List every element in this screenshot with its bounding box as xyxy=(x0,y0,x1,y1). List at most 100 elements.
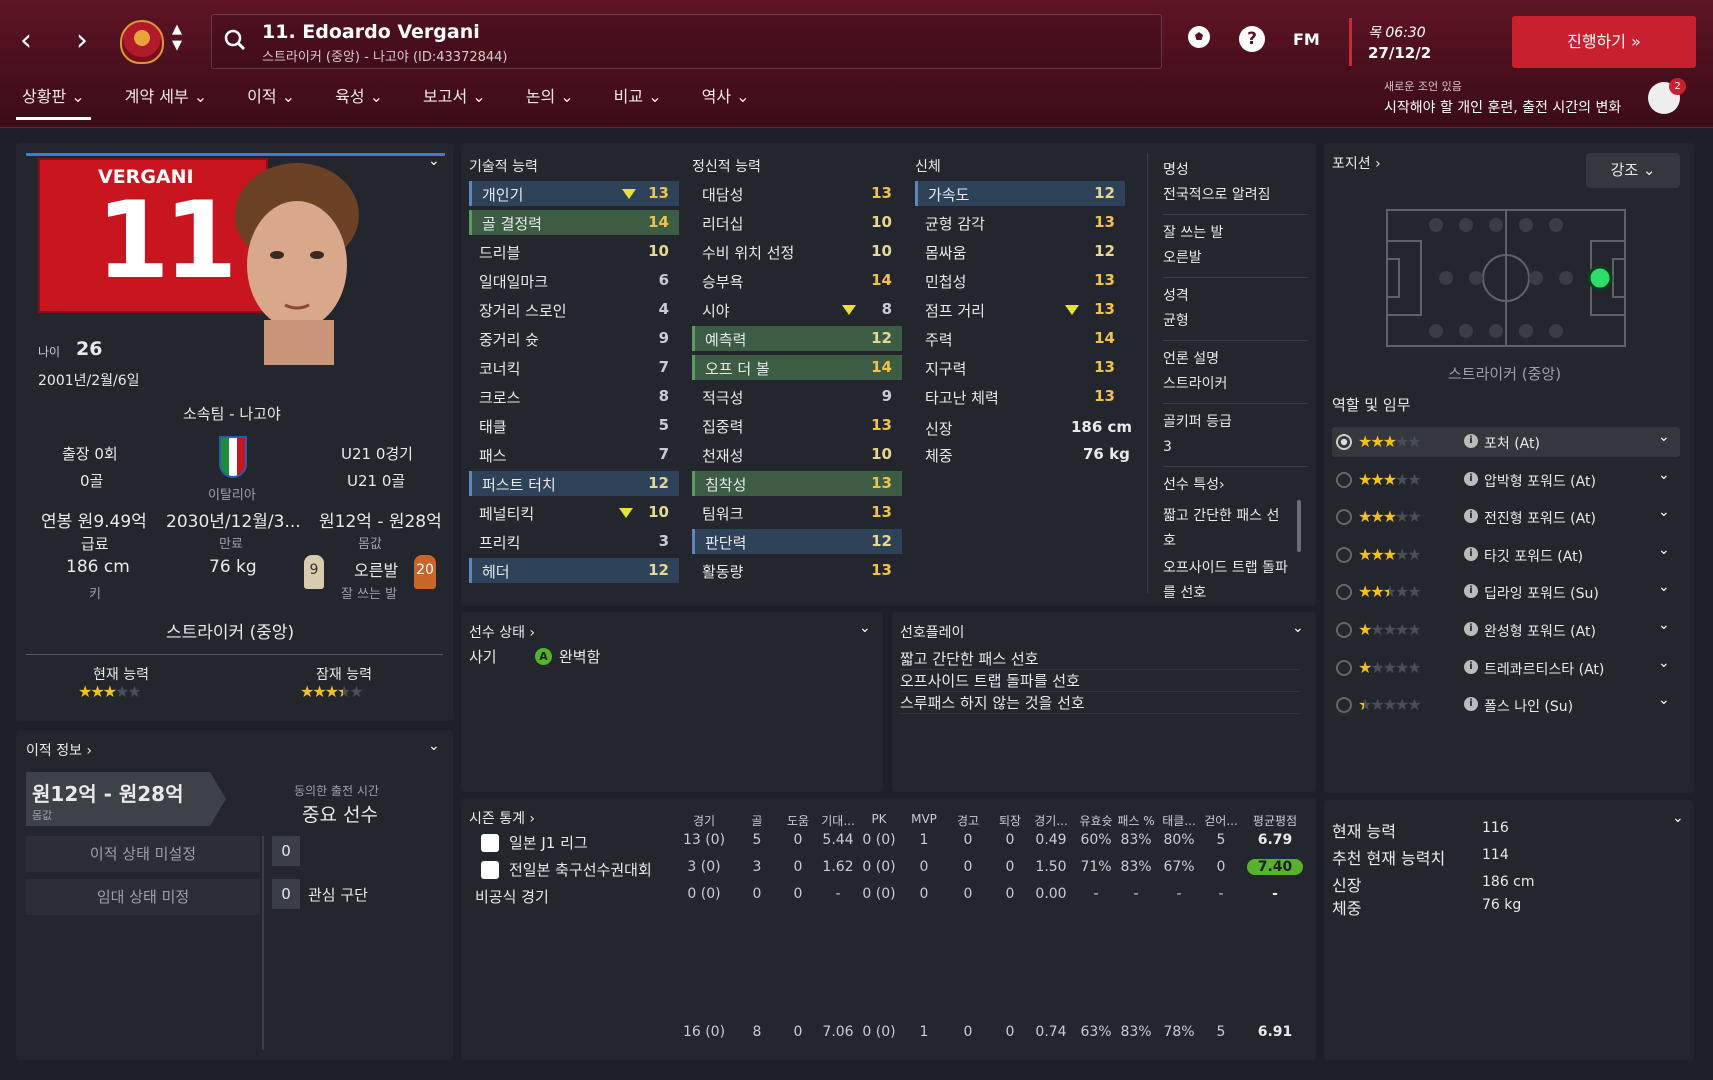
club-label[interactable]: 소속팀 - 나고야 xyxy=(183,403,281,424)
competition-name[interactable]: 일본 J1 리그 xyxy=(509,832,588,853)
attribute-row[interactable]: 시야 8 xyxy=(692,297,902,322)
attribute-row[interactable]: 주력 14 xyxy=(915,326,1125,351)
attribute-row[interactable]: 장거리 스로인 4 xyxy=(469,297,679,322)
attribute-row[interactable]: 가속도 12 xyxy=(915,181,1125,206)
fm-menu-button[interactable]: FM xyxy=(1293,30,1320,49)
player-switch-icon[interactable]: ▲ ▼ xyxy=(172,22,182,54)
attribute-row[interactable]: 일대일마크 6 xyxy=(469,268,679,293)
attribute-row[interactable]: 퍼스트 터치 12 xyxy=(469,471,679,496)
attribute-row[interactable]: 태클 5 xyxy=(469,413,679,438)
role-row[interactable]: ★★★★★ i 압박형 포워드 (At) ⌄ xyxy=(1332,465,1680,495)
attribute-row[interactable]: 리더십 10 xyxy=(692,210,902,235)
attribute-row[interactable]: 타고난 체력 13 xyxy=(915,384,1125,409)
role-row[interactable]: ★★★★★ i 포처 (At) ⌄ xyxy=(1332,427,1680,457)
attribute-row[interactable]: 천재성 10 xyxy=(692,442,902,467)
attribute-row[interactable]: 예측력 12 xyxy=(692,326,902,351)
stats-column-header[interactable]: 경기 xyxy=(676,812,732,829)
forward-arrow-icon[interactable]: › xyxy=(76,26,88,56)
nation[interactable]: 이탈리아 xyxy=(208,484,256,503)
info-icon[interactable]: i xyxy=(1464,509,1478,524)
attribute-row[interactable]: 점프 거리 13 xyxy=(915,297,1125,322)
stats-column-header[interactable]: 평균평점 xyxy=(1247,812,1303,829)
tab-compare[interactable]: 비교 ⌄ xyxy=(608,86,668,120)
attribute-row[interactable]: 코너킥 7 xyxy=(469,355,679,380)
role-expand-icon[interactable]: ⌄ xyxy=(1658,617,1670,633)
attribute-row[interactable]: 드리블 10 xyxy=(469,239,679,264)
help-icon[interactable]: ? xyxy=(1239,26,1265,52)
status-collapse-icon[interactable]: ⌄ xyxy=(859,620,871,636)
interested-clubs[interactable]: 관심 구단 xyxy=(308,884,368,905)
role-expand-icon[interactable]: ⌄ xyxy=(1658,504,1670,520)
highlight-dropdown[interactable]: 강조 ⌄ xyxy=(1586,153,1680,188)
attribute-row[interactable]: 골 결정력 14 xyxy=(469,210,679,235)
advisor-avatar-icon[interactable]: 2 xyxy=(1648,78,1686,114)
info-icon[interactable]: i xyxy=(1464,434,1478,448)
role-expand-icon[interactable]: ⌄ xyxy=(1658,467,1670,483)
tab-overview[interactable]: 상황판 ⌄ xyxy=(16,86,91,120)
summary-collapse-icon[interactable]: ⌄ xyxy=(1672,810,1684,826)
player-search-box[interactable]: 11. Edoardo Vergani 스트라이커 (중앙) - 나고야 (ID… xyxy=(211,14,1162,69)
attribute-row[interactable]: 몸싸움 12 xyxy=(915,239,1125,264)
info-icon[interactable]: i xyxy=(1464,659,1478,674)
role-radio[interactable] xyxy=(1336,509,1352,526)
role-expand-icon[interactable]: ⌄ xyxy=(1658,692,1670,708)
continue-button[interactable]: 진행하기 » xyxy=(1512,16,1696,68)
tab-history[interactable]: 역사 ⌄ xyxy=(696,86,756,120)
attribute-row[interactable]: 개인기 13 xyxy=(469,181,679,206)
transfer-collapse-icon[interactable]: ⌄ xyxy=(428,738,440,754)
role-row[interactable]: ★★★★★ i 딥라잉 포워드 (Su) ⌄ xyxy=(1332,577,1680,607)
stats-column-header[interactable]: 걷어... xyxy=(1193,812,1249,829)
role-radio[interactable] xyxy=(1336,659,1352,676)
attribute-row[interactable]: 크로스 8 xyxy=(469,384,679,409)
role-radio[interactable] xyxy=(1336,546,1352,563)
ball-icon[interactable] xyxy=(1186,24,1212,55)
role-expand-icon[interactable]: ⌄ xyxy=(1658,542,1670,558)
loan-status-button[interactable]: 임대 상태 미정 xyxy=(26,879,260,915)
transfer-status-button[interactable]: 이적 상태 미설정 xyxy=(26,836,260,872)
traits-label[interactable]: 선수 특성› xyxy=(1163,473,1313,498)
role-radio[interactable] xyxy=(1336,697,1352,714)
role-radio[interactable] xyxy=(1336,471,1352,488)
attribute-row[interactable]: 지구력 13 xyxy=(915,355,1125,380)
competition-name[interactable]: 비공식 경기 xyxy=(475,886,549,907)
role-expand-icon[interactable]: ⌄ xyxy=(1658,429,1670,445)
attribute-row[interactable]: 프리킥 3 xyxy=(469,529,679,554)
info-icon[interactable]: i xyxy=(1464,697,1478,712)
club-crest-icon[interactable] xyxy=(120,20,164,64)
attribute-row[interactable]: 활동량 13 xyxy=(692,558,902,583)
attribute-row[interactable]: 패스 7 xyxy=(469,442,679,467)
role-radio[interactable] xyxy=(1336,434,1352,450)
tab-development[interactable]: 육성 ⌄ xyxy=(329,86,389,120)
preferred-collapse-icon[interactable]: ⌄ xyxy=(1292,620,1304,636)
positions-header[interactable]: 포지션 › xyxy=(1332,153,1381,173)
tab-transfer[interactable]: 이적 ⌄ xyxy=(241,86,301,120)
role-expand-icon[interactable]: ⌄ xyxy=(1658,579,1670,595)
attribute-row[interactable]: 오프 더 볼 14 xyxy=(692,355,902,380)
role-row[interactable]: ★★★★★ i 타깃 포워드 (At) ⌄ xyxy=(1332,540,1680,570)
tab-contract[interactable]: 계약 세부 ⌄ xyxy=(119,86,213,120)
competition-name[interactable]: 전일본 축구선수권대회 xyxy=(509,859,652,880)
attribute-row[interactable]: 균형 감각 13 xyxy=(915,210,1125,235)
attribute-row[interactable]: 대담성 13 xyxy=(692,181,902,206)
info-icon[interactable]: i xyxy=(1464,584,1478,599)
attribute-row[interactable]: 팀워크 13 xyxy=(692,500,902,525)
attribute-row[interactable]: 승부욕 14 xyxy=(692,268,902,293)
tab-discuss[interactable]: 논의 ⌄ xyxy=(520,86,580,120)
traits-scrollbar[interactable] xyxy=(1297,500,1301,552)
info-icon[interactable]: i xyxy=(1464,471,1478,486)
info-icon[interactable]: i xyxy=(1464,546,1478,561)
attribute-row[interactable]: 수비 위치 선정 10 xyxy=(692,239,902,264)
profile-dropdown-icon[interactable]: ⌄ xyxy=(428,153,440,169)
role-row[interactable]: ★★★★★ i 트레콰르티스타 (At) ⌄ xyxy=(1332,653,1680,683)
role-radio[interactable] xyxy=(1336,584,1352,601)
role-row[interactable]: ★★★★★ i 폴스 나인 (Su) ⌄ xyxy=(1332,690,1680,720)
attribute-row[interactable]: 판단력 12 xyxy=(692,529,902,554)
attribute-row[interactable]: 헤더 12 xyxy=(469,558,679,583)
transfer-header[interactable]: 이적 정보 › xyxy=(26,740,92,760)
attribute-row[interactable]: 페널티킥 10 xyxy=(469,500,679,525)
back-arrow-icon[interactable]: ‹ xyxy=(20,26,32,56)
attribute-row[interactable]: 적극성 9 xyxy=(692,384,902,409)
attribute-row[interactable]: 민첩성 13 xyxy=(915,268,1125,293)
role-row[interactable]: ★★★★★ i 전진형 포워드 (At) ⌄ xyxy=(1332,502,1680,532)
status-header[interactable]: 선수 상태 › xyxy=(469,622,535,642)
